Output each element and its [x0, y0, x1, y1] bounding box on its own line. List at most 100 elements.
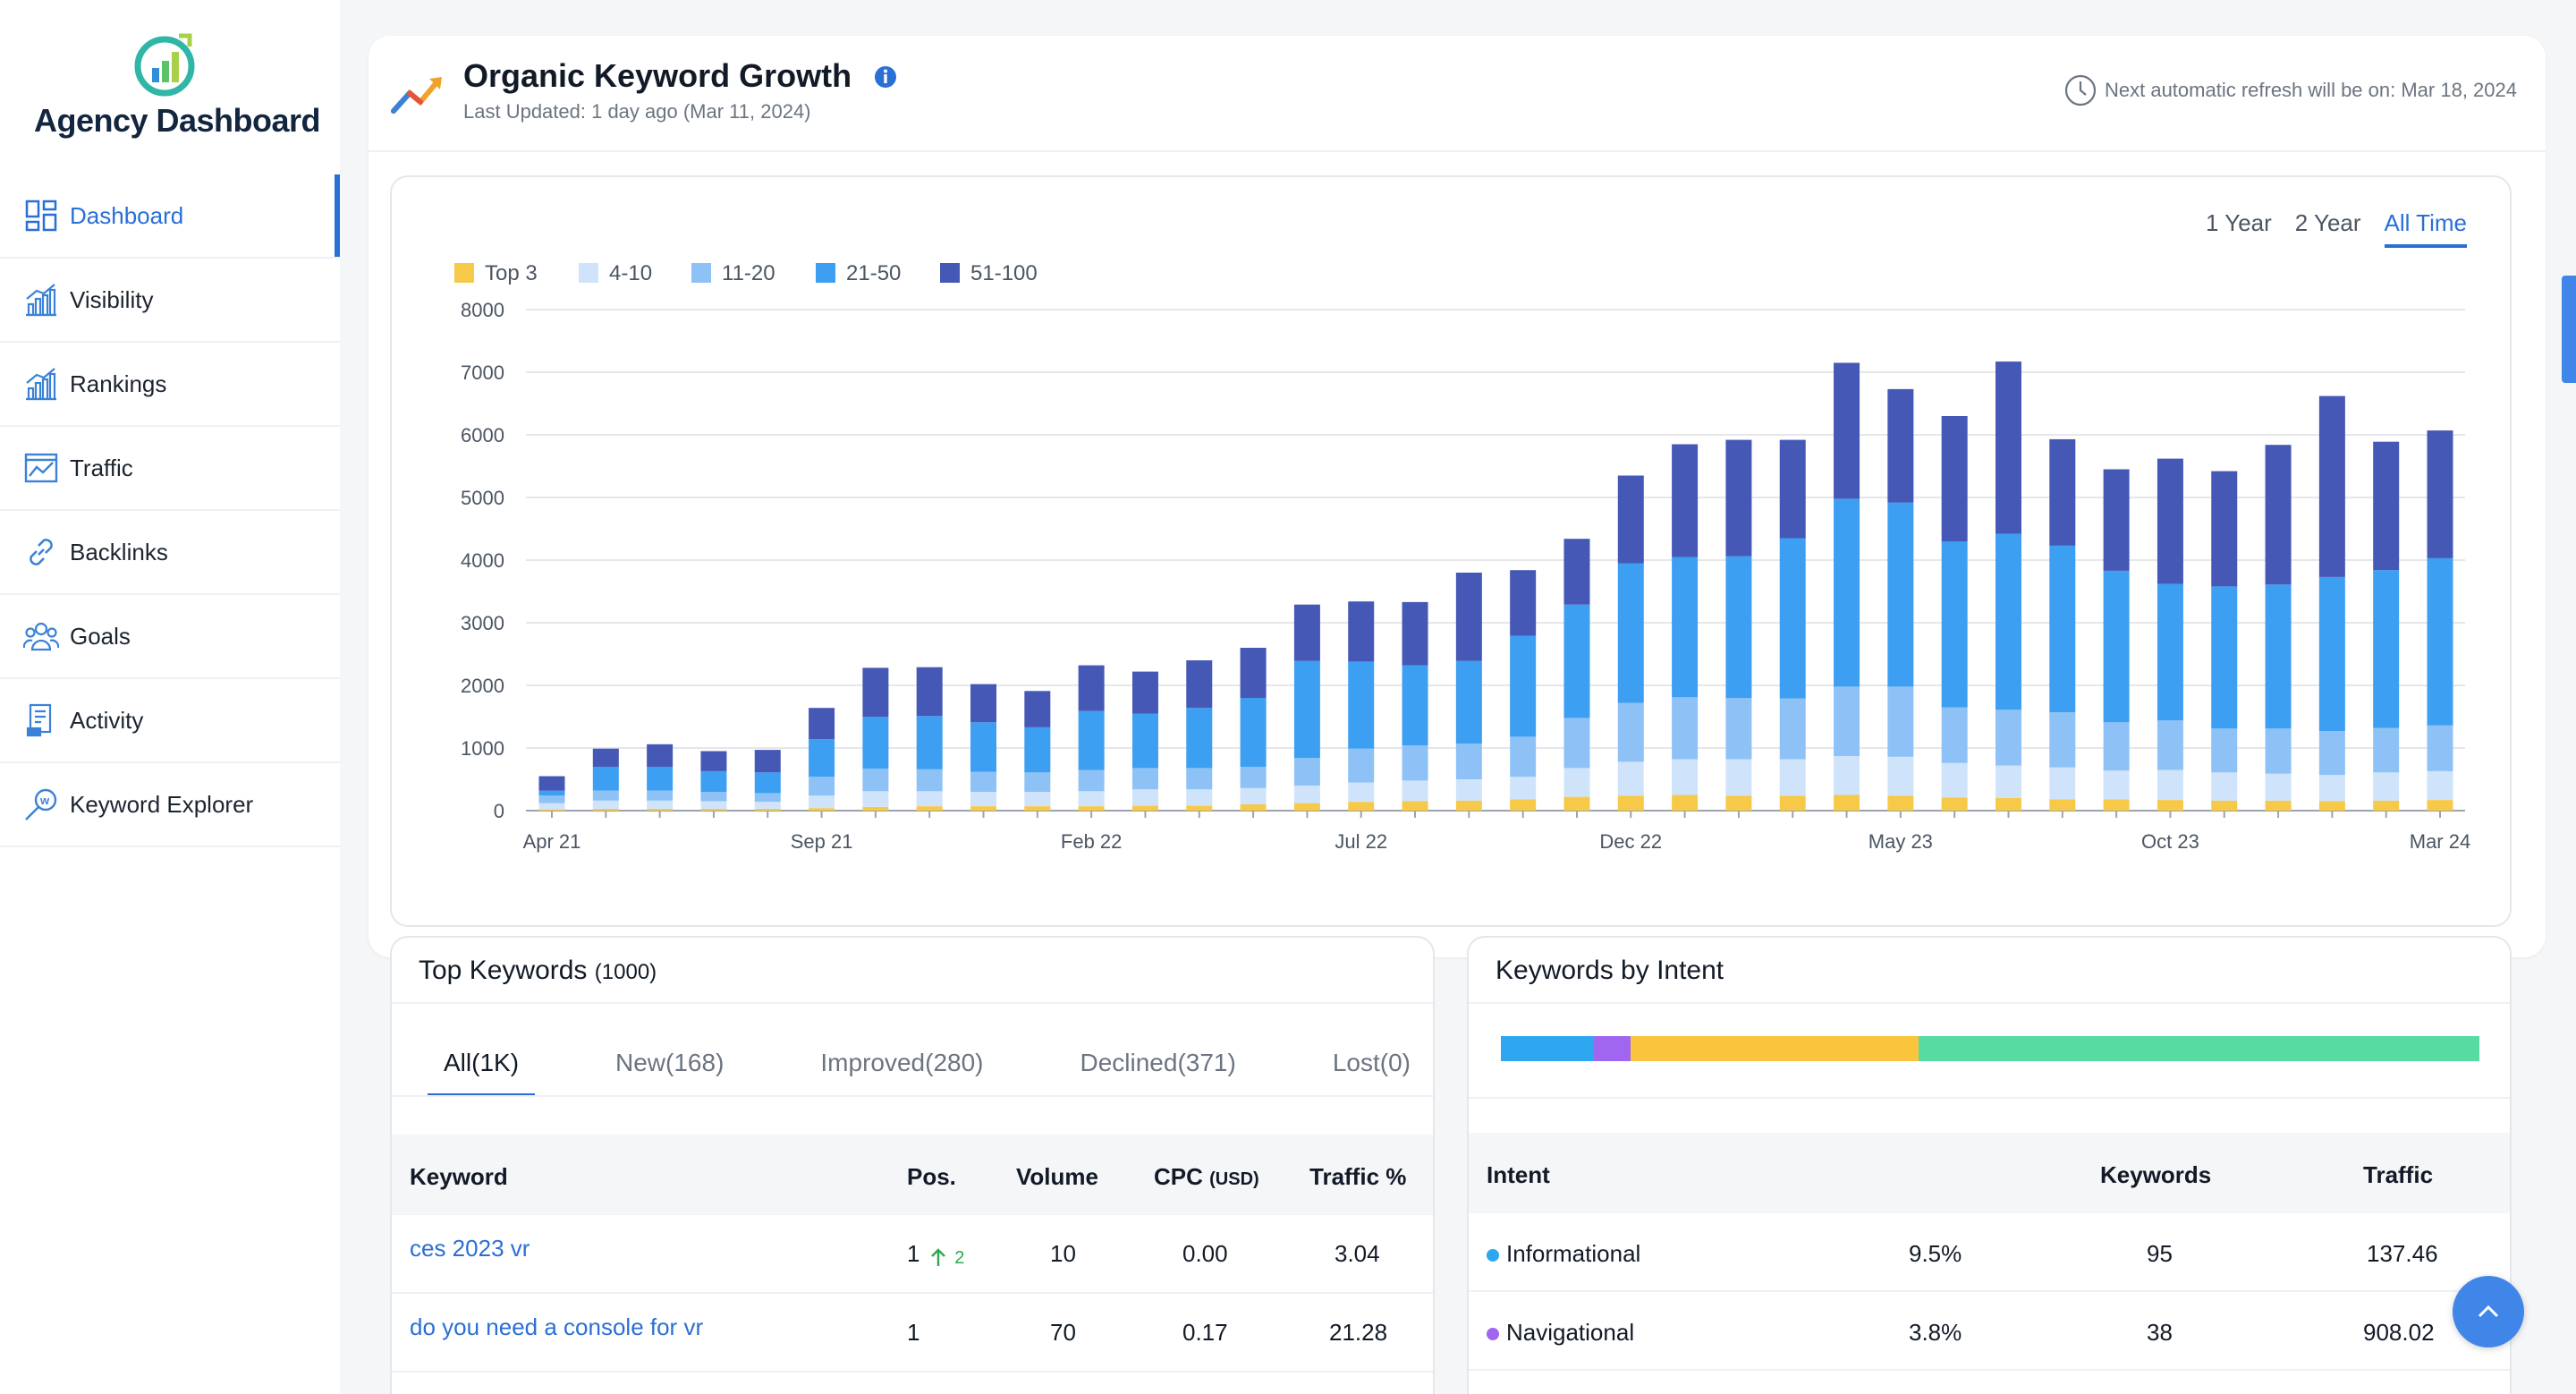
- col-keyword[interactable]: Keyword: [410, 1163, 508, 1191]
- y-tick-label: 4000: [461, 549, 504, 572]
- bar-segment: [2373, 772, 2400, 801]
- bar-segment: [1941, 707, 1968, 763]
- col-cpc-label: CPC: [1154, 1163, 1203, 1190]
- scrollbar-thumb[interactable]: [2562, 276, 2576, 383]
- bar-segment: [862, 667, 889, 717]
- sidebar-item-rankings[interactable]: Rankings: [0, 343, 340, 427]
- bar-segment: [1617, 761, 1644, 796]
- chart-container: 1 Year 2 Year All Time 0 1000 2000 3000 4000…: [390, 175, 2512, 927]
- bar-segment: [2049, 545, 2076, 713]
- tab-all[interactable]: All(1K): [428, 1049, 536, 1097]
- legend-label: 4-10: [609, 261, 652, 285]
- tab-new[interactable]: New(168): [599, 1049, 740, 1097]
- cpc-value: 0.17: [1182, 1319, 1228, 1346]
- bar-segment: [2157, 800, 2183, 811]
- bar-segment: [2265, 800, 2292, 811]
- bar-segment: [2265, 445, 2292, 585]
- bar-segment: [700, 808, 727, 811]
- col-traffic[interactable]: Traffic: [2363, 1161, 2433, 1189]
- bar-segment: [1186, 805, 1213, 811]
- intent-row: Informational 9.5% 95 137.46: [1469, 1213, 2510, 1292]
- bar-segment: [862, 791, 889, 807]
- bar-segment: [1186, 708, 1213, 769]
- table-row: do you need a console for vr 1 70 0.17 2…: [392, 1294, 1433, 1373]
- col-traffic[interactable]: Traffic %: [1309, 1163, 1406, 1191]
- intent-name: Navigational: [1487, 1319, 1634, 1347]
- app-logo[interactable]: Agency Dashboard: [25, 30, 329, 147]
- col-intent[interactable]: Intent: [1487, 1161, 1550, 1189]
- intent-segment-navigational[interactable]: [1593, 1036, 1631, 1061]
- tab-lost[interactable]: Lost(0): [1317, 1049, 1427, 1097]
- bar-segment: [538, 809, 565, 811]
- bar-segment: [2427, 725, 2453, 771]
- bar-segment: [1186, 660, 1213, 709]
- col-volume[interactable]: Volume: [1016, 1163, 1098, 1191]
- sidebar-item-goals[interactable]: Goals: [0, 595, 340, 679]
- col-cpc[interactable]: CPC (USD): [1154, 1163, 1259, 1191]
- bar-segment: [2103, 770, 2130, 800]
- col-pos[interactable]: Pos.: [907, 1163, 956, 1191]
- bar-segment: [538, 803, 565, 810]
- info-icon[interactable]: [873, 64, 898, 89]
- bar-segment: [809, 795, 835, 809]
- bar-segment: [2211, 586, 2238, 729]
- intent-distribution-bar: [1501, 1036, 2479, 1061]
- tab-declined[interactable]: Declined(371): [1064, 1049, 1252, 1097]
- bar-segment: [1293, 803, 1320, 811]
- bar-segment: [1725, 439, 1752, 557]
- bar-segment: [1887, 795, 1914, 811]
- dashboard-icon: [21, 196, 61, 235]
- sidebar-item-traffic[interactable]: Traffic: [0, 427, 340, 511]
- position-change: 2: [928, 1242, 964, 1270]
- arrow-up-icon: [931, 1248, 945, 1267]
- bar-segment: [2157, 720, 2183, 770]
- bar-segment: [592, 808, 619, 811]
- bar-segment: [1348, 802, 1375, 811]
- bar-segment: [1402, 780, 1428, 802]
- x-tick-label: Jul 22: [1335, 830, 1387, 853]
- volume-value: 70: [1050, 1319, 1076, 1346]
- bar-segment: [1510, 570, 1537, 636]
- bar-segment: [1348, 782, 1375, 803]
- divider: [392, 1095, 1433, 1097]
- sidebar-item-dashboard[interactable]: Dashboard: [0, 174, 340, 259]
- keyword-link[interactable]: ces 2023 vr: [410, 1235, 530, 1262]
- bar-segment: [2157, 583, 2183, 721]
- bar-segment: [1240, 698, 1267, 767]
- bar-segment: [1240, 787, 1267, 804]
- bar-segment: [970, 806, 997, 811]
- sidebar-item-label: Activity: [70, 706, 144, 734]
- bar-segment: [592, 748, 619, 767]
- bar-segment: [2103, 570, 2130, 723]
- bar-segment: [1672, 557, 1699, 698]
- sidebar-item-backlinks[interactable]: Backlinks: [0, 511, 340, 595]
- bar-segment: [1024, 806, 1051, 811]
- bar-segment: [2049, 438, 2076, 546]
- intent-segment-informational[interactable]: [1501, 1036, 1594, 1061]
- y-tick-label: 5000: [461, 487, 504, 509]
- bar-segment: [2103, 722, 2130, 771]
- legend-label: 21-50: [846, 261, 901, 285]
- sidebar-item-keyword-explorer[interactable]: w Keyword Explorer: [0, 763, 340, 847]
- sidebar-item-label: Backlinks: [70, 538, 168, 565]
- col-keywords[interactable]: Keywords: [2100, 1161, 2211, 1189]
- y-tick-label: 3000: [461, 612, 504, 634]
- intent-segment-transactional[interactable]: [1919, 1036, 2479, 1061]
- bar-segment: [1024, 691, 1051, 727]
- bar-segment: [916, 769, 943, 792]
- sidebar-item-label: Traffic: [70, 454, 133, 481]
- x-tick-label: Sep 21: [791, 830, 853, 853]
- bar-segment: [1078, 710, 1105, 770]
- intent-segment-commercial[interactable]: [1631, 1036, 1919, 1061]
- bar-segment: [809, 777, 835, 796]
- tab-improved[interactable]: Improved(280): [804, 1049, 999, 1097]
- sidebar-item-label: Visibility: [70, 285, 154, 313]
- divider: [369, 150, 2546, 152]
- x-tick-label: Apr 21: [523, 830, 581, 853]
- intent-table-header: Intent Keywords Traffic: [1469, 1133, 2510, 1213]
- sidebar-item-activity[interactable]: Activity: [0, 679, 340, 763]
- keyword-link[interactable]: do you need a console for vr: [410, 1313, 703, 1341]
- scroll-to-top-button[interactable]: [2453, 1276, 2524, 1347]
- sidebar-item-visibility[interactable]: Visibility: [0, 259, 340, 343]
- bar-segment: [754, 793, 781, 803]
